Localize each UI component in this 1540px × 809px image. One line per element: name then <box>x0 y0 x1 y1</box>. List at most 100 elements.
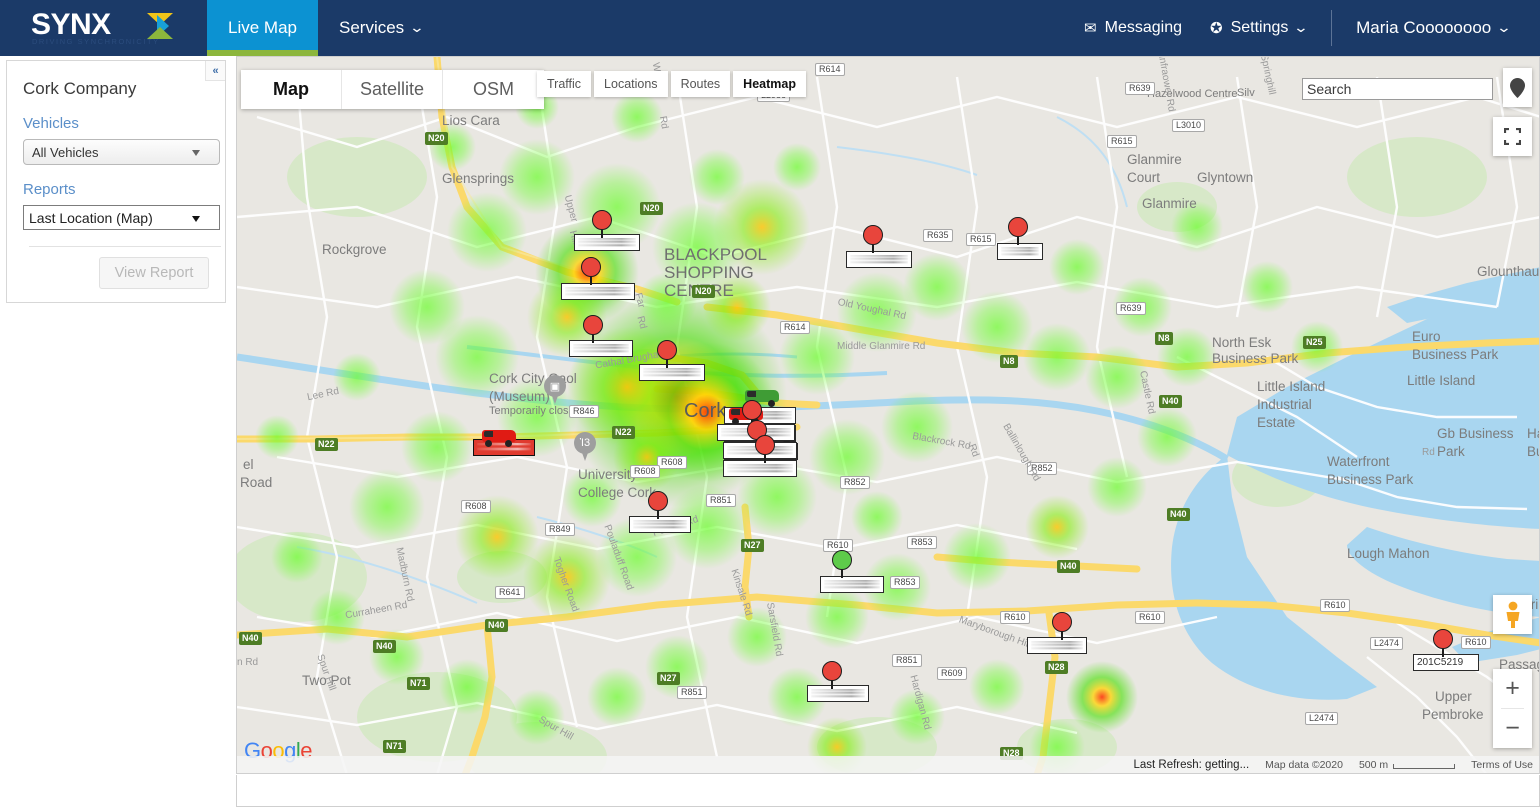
map-marker-label[interactable] <box>561 283 635 300</box>
map-marker-pin[interactable] <box>648 491 668 519</box>
map-place-label: Court <box>1127 170 1161 185</box>
add-marker-button[interactable] <box>1503 68 1532 107</box>
pin-head <box>1008 217 1028 237</box>
chevron-down-icon: ⌄ <box>409 18 425 35</box>
nav-tab-services[interactable]: Services ⌄ <box>318 0 444 56</box>
map-place-label: College Cork <box>578 485 657 500</box>
app-root: SYNX DRIVING SYNCHRONICITY Live Map Serv… <box>0 0 1540 809</box>
map-overlay-routes-button[interactable]: Routes <box>670 71 731 97</box>
map-place-label: Gb Business <box>1437 426 1514 441</box>
map-road-shield: N8 <box>1000 355 1018 368</box>
map-road-shield: L2474 <box>1370 637 1404 650</box>
map-road-shield: R614 <box>780 321 810 334</box>
settings-menu[interactable]: ✪ Settings ⌄ <box>1196 0 1321 56</box>
map-road-shield: N40 <box>373 640 396 653</box>
reports-select[interactable]: Last Location (Map) <box>23 205 220 230</box>
map-poi-marker[interactable]: Ἱ3 <box>574 432 596 461</box>
redacted-text <box>565 287 631 296</box>
user-menu[interactable]: Maria Coooooooo ⌄ <box>1342 0 1524 56</box>
map-pin-icon <box>1510 77 1525 98</box>
map-overlay-traffic-button[interactable]: Traffic <box>537 71 592 97</box>
map-place-label: Little Island <box>1257 379 1326 394</box>
map-place-label: Silv <box>1237 87 1255 99</box>
pin-head <box>583 315 603 335</box>
heatmap-layer <box>255 85 1343 773</box>
redacted-text <box>633 520 687 529</box>
map-road-shield: N20 <box>640 202 663 215</box>
map-marker-pin[interactable] <box>1052 612 1072 640</box>
redacted-text <box>573 344 629 353</box>
map-marker-label[interactable] <box>820 576 884 593</box>
map-road-shield: N27 <box>741 539 764 552</box>
map-marker-label[interactable] <box>997 243 1043 260</box>
street-view-pegman-button[interactable] <box>1493 595 1532 634</box>
map-canvas[interactable]: Lios Cara Glensprings Rockgrove BLACKPOOL SH… <box>237 57 1539 773</box>
zoom-in-button[interactable]: + <box>1493 669 1532 708</box>
pin-head <box>657 340 677 360</box>
vehicle-icon[interactable] <box>482 429 518 447</box>
map-marker-pin[interactable] <box>657 340 677 368</box>
map-road-shield: N40 <box>1159 395 1182 408</box>
map-road-shield: R635 <box>923 229 953 242</box>
header-divider <box>1331 10 1333 46</box>
gear-icon: ✪ <box>1209 20 1223 37</box>
chevron-down-icon: ⌄ <box>1293 18 1310 35</box>
redacted-text <box>1001 247 1039 256</box>
nav-tab-live-map[interactable]: Live Map <box>207 0 318 56</box>
zoom-out-button[interactable]: − <box>1493 709 1532 748</box>
map-road-shield: R610 <box>1320 599 1350 612</box>
map-marker-pin[interactable] <box>581 257 601 285</box>
map-type-satellite-button[interactable]: Satellite <box>342 70 443 109</box>
map-container[interactable]: Lios Cara Glensprings Rockgrove BLACKPOOL SH… <box>236 56 1540 774</box>
map-place-label: Upper <box>1435 689 1472 704</box>
vehicle-window <box>747 391 756 397</box>
map-type-map-button[interactable]: Map <box>241 70 342 109</box>
pin-head <box>742 400 762 420</box>
map-marker-label[interactable] <box>846 251 912 268</box>
map-road-shield: N40 <box>1057 560 1080 573</box>
pin-head <box>1433 629 1453 649</box>
brand-logo[interactable]: SYNX DRIVING SYNCHRONICITY <box>0 0 207 56</box>
map-place-label: (Museum) <box>489 389 550 404</box>
terms-of-use-link[interactable]: Terms of Use <box>1471 759 1533 771</box>
map-road-shield: R641 <box>495 586 525 599</box>
view-report-button[interactable]: View Report <box>99 257 209 289</box>
map-place-label: Cork <box>684 400 727 422</box>
map-marker-pin[interactable] <box>583 315 603 343</box>
fullscreen-icon <box>1504 128 1521 145</box>
map-place-label: Business Park <box>1412 347 1499 362</box>
map-marker-pin[interactable] <box>1008 217 1028 245</box>
map-marker-pin[interactable] <box>592 210 612 238</box>
map-marker-pin[interactable] <box>1433 629 1453 657</box>
map-overlay-locations-button[interactable]: Locations <box>594 71 668 97</box>
last-refresh-status: Last Refresh: getting... <box>1133 758 1250 771</box>
vehicle-wheel <box>768 400 775 407</box>
map-marker-pin[interactable] <box>832 550 852 578</box>
map-type-osm-button[interactable]: OSM <box>443 70 544 109</box>
vehicles-select[interactable]: All Vehicles <box>23 139 220 165</box>
fullscreen-button[interactable] <box>1493 117 1532 156</box>
map-data-attribution: Map data ©2020 <box>1265 758 1343 771</box>
messaging-button[interactable]: ✉ Messaging <box>1070 0 1196 56</box>
pin-head <box>863 225 883 245</box>
collapse-panel-button[interactable]: « <box>205 61 225 81</box>
map-scale: 500 m <box>1359 759 1456 771</box>
map-poi-marker[interactable]: ▣ <box>544 375 566 404</box>
map-road-shield: R853 <box>907 536 937 549</box>
map-road-shield: N40 <box>239 632 262 645</box>
map-place-label: el <box>243 457 254 472</box>
pin-head <box>1052 612 1072 632</box>
map-marker-pin[interactable] <box>863 225 883 253</box>
map-road-shield: N20 <box>692 285 715 298</box>
map-place-label: Rockgrove <box>322 242 387 257</box>
map-search-input[interactable] <box>1302 78 1493 100</box>
vehicle-window <box>731 409 740 415</box>
poi-pin-head: Ἱ3 <box>574 432 596 454</box>
map-place-label: Business Park <box>1327 472 1414 487</box>
map-road-shield: R615 <box>966 233 996 246</box>
map-marker-pin[interactable] <box>755 435 775 463</box>
map-marker-pin[interactable] <box>822 661 842 689</box>
map-road-shield: N40 <box>1167 508 1190 521</box>
map-road-shield: N20 <box>425 132 448 145</box>
map-overlay-heatmap-button[interactable]: Heatmap <box>733 71 806 97</box>
